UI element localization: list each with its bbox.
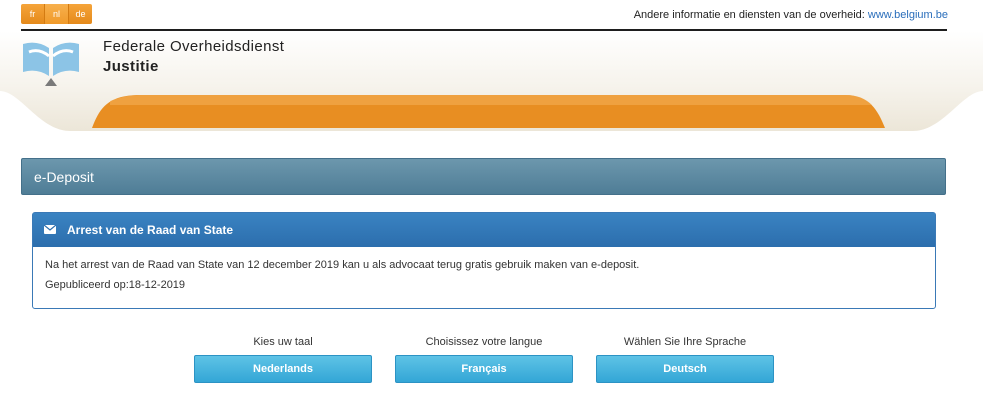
news-published-date: Gepubliceerd op:18-12-2019 xyxy=(45,279,186,291)
news-text: Na het arrest van de Raad van State van … xyxy=(45,259,640,271)
choice-label-fr: Choisissez votre langue xyxy=(425,336,543,348)
francais-button[interactable]: Français xyxy=(395,355,573,383)
choice-de: Wählen Sie Ihre Sprache Deutsch xyxy=(596,336,774,383)
gov-info-text: Andere informatie en diensten van de ove… xyxy=(633,9,865,21)
edeposit-panel-header: e-Deposit xyxy=(21,158,946,195)
lang-nl-button[interactable]: nl xyxy=(45,4,69,24)
nederlands-button[interactable]: Nederlands xyxy=(194,355,372,383)
envelope-icon xyxy=(44,225,56,234)
lang-fr-button[interactable]: fr xyxy=(21,4,45,24)
choice-label-nl: Kies uw taal xyxy=(253,336,313,348)
choice-fr: Choisissez votre langue Français xyxy=(395,336,573,383)
fod-justitie-logo xyxy=(23,42,79,86)
language-switcher: fr nl de xyxy=(21,4,92,24)
gov-info: Andere informatie en diensten van de ove… xyxy=(634,9,948,21)
choice-nl: Kies uw taal Nederlands xyxy=(194,336,372,383)
news-card-header: Arrest van de Raad van State xyxy=(33,213,935,247)
news-card: Arrest van de Raad van State Na het arre… xyxy=(32,212,936,309)
lang-de-button[interactable]: de xyxy=(69,4,92,24)
org-name-line2: Justitie xyxy=(103,58,159,75)
deutsch-button[interactable]: Deutsch xyxy=(596,355,774,383)
choice-label-de: Wählen Sie Ihre Sprache xyxy=(623,336,747,348)
news-title: Arrest van de Raad van State xyxy=(67,223,234,237)
org-name-line1: Federale Overheidsdienst xyxy=(103,38,285,55)
panel-title: e-Deposit xyxy=(34,169,94,185)
belgium-link[interactable]: www.belgium.be xyxy=(868,9,948,21)
top-bar: fr nl de Andere informatie en diensten v… xyxy=(0,0,983,31)
